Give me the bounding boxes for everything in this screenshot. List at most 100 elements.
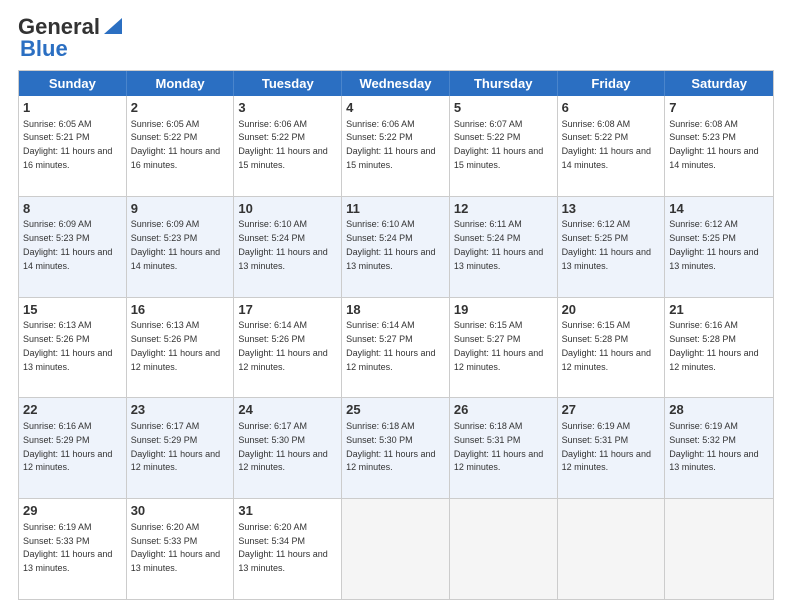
logo-arrow-icon (104, 18, 122, 38)
day-cell-31: 31Sunrise: 6:20 AMSunset: 5:34 PMDayligh… (234, 499, 342, 599)
page: General Blue SundayMondayTuesdayWednesda… (0, 0, 792, 612)
day-number: 16 (131, 301, 230, 319)
day-cell-18: 18Sunrise: 6:14 AMSunset: 5:27 PMDayligh… (342, 298, 450, 398)
logo: General Blue (18, 16, 122, 60)
empty-cell (558, 499, 666, 599)
logo-blue-text: Blue (20, 36, 68, 61)
day-number: 13 (562, 200, 661, 218)
day-info: Sunrise: 6:18 AMSunset: 5:30 PMDaylight:… (346, 421, 435, 472)
day-info: Sunrise: 6:14 AMSunset: 5:26 PMDaylight:… (238, 320, 327, 371)
day-info: Sunrise: 6:15 AMSunset: 5:27 PMDaylight:… (454, 320, 543, 371)
calendar: SundayMondayTuesdayWednesdayThursdayFrid… (18, 70, 774, 600)
day-number: 30 (131, 502, 230, 520)
logo-general-text: General (18, 16, 100, 38)
day-number: 14 (669, 200, 769, 218)
day-info: Sunrise: 6:07 AMSunset: 5:22 PMDaylight:… (454, 119, 543, 170)
day-cell-14: 14Sunrise: 6:12 AMSunset: 5:25 PMDayligh… (665, 197, 773, 297)
day-info: Sunrise: 6:08 AMSunset: 5:22 PMDaylight:… (562, 119, 651, 170)
day-info: Sunrise: 6:19 AMSunset: 5:32 PMDaylight:… (669, 421, 758, 472)
day-cell-27: 27Sunrise: 6:19 AMSunset: 5:31 PMDayligh… (558, 398, 666, 498)
day-cell-19: 19Sunrise: 6:15 AMSunset: 5:27 PMDayligh… (450, 298, 558, 398)
day-cell-12: 12Sunrise: 6:11 AMSunset: 5:24 PMDayligh… (450, 197, 558, 297)
day-cell-15: 15Sunrise: 6:13 AMSunset: 5:26 PMDayligh… (19, 298, 127, 398)
day-number: 7 (669, 99, 769, 117)
day-number: 26 (454, 401, 553, 419)
day-info: Sunrise: 6:19 AMSunset: 5:33 PMDaylight:… (23, 522, 112, 573)
day-info: Sunrise: 6:08 AMSunset: 5:23 PMDaylight:… (669, 119, 758, 170)
day-info: Sunrise: 6:16 AMSunset: 5:28 PMDaylight:… (669, 320, 758, 371)
day-number: 5 (454, 99, 553, 117)
empty-cell (665, 499, 773, 599)
empty-cell (450, 499, 558, 599)
day-cell-16: 16Sunrise: 6:13 AMSunset: 5:26 PMDayligh… (127, 298, 235, 398)
day-number: 22 (23, 401, 122, 419)
day-number: 9 (131, 200, 230, 218)
day-cell-17: 17Sunrise: 6:14 AMSunset: 5:26 PMDayligh… (234, 298, 342, 398)
day-cell-22: 22Sunrise: 6:16 AMSunset: 5:29 PMDayligh… (19, 398, 127, 498)
empty-cell (342, 499, 450, 599)
day-number: 31 (238, 502, 337, 520)
day-number: 21 (669, 301, 769, 319)
day-number: 15 (23, 301, 122, 319)
day-cell-7: 7 Sunrise: 6:08 AMSunset: 5:23 PMDaylight… (665, 96, 773, 196)
day-number: 6 (562, 99, 661, 117)
day-info: Sunrise: 6:18 AMSunset: 5:31 PMDaylight:… (454, 421, 543, 472)
day-number: 3 (238, 99, 337, 117)
week-row-2: 8Sunrise: 6:09 AMSunset: 5:23 PMDaylight… (19, 197, 773, 298)
day-info: Sunrise: 6:13 AMSunset: 5:26 PMDaylight:… (23, 320, 112, 371)
day-number: 8 (23, 200, 122, 218)
day-cell-6: 6 Sunrise: 6:08 AMSunset: 5:22 PMDaylight… (558, 96, 666, 196)
day-cell-9: 9Sunrise: 6:09 AMSunset: 5:23 PMDaylight… (127, 197, 235, 297)
week-row-4: 22Sunrise: 6:16 AMSunset: 5:29 PMDayligh… (19, 398, 773, 499)
day-number: 10 (238, 200, 337, 218)
day-info: Sunrise: 6:05 AMSunset: 5:21 PMDaylight:… (23, 119, 112, 170)
day-info: Sunrise: 6:10 AMSunset: 5:24 PMDaylight:… (238, 219, 327, 270)
day-cell-24: 24Sunrise: 6:17 AMSunset: 5:30 PMDayligh… (234, 398, 342, 498)
day-info: Sunrise: 6:06 AMSunset: 5:22 PMDaylight:… (346, 119, 435, 170)
day-cell-11: 11Sunrise: 6:10 AMSunset: 5:24 PMDayligh… (342, 197, 450, 297)
day-cell-26: 26 Sunrise: 6:18 AMSunset: 5:31 PMDayligh… (450, 398, 558, 498)
day-cell-10: 10Sunrise: 6:10 AMSunset: 5:24 PMDayligh… (234, 197, 342, 297)
day-info: Sunrise: 6:09 AMSunset: 5:23 PMDaylight:… (131, 219, 220, 270)
day-number: 17 (238, 301, 337, 319)
day-number: 18 (346, 301, 445, 319)
day-header-thursday: Thursday (450, 71, 558, 96)
day-info: Sunrise: 6:15 AMSunset: 5:28 PMDaylight:… (562, 320, 651, 371)
day-info: Sunrise: 6:19 AMSunset: 5:31 PMDaylight:… (562, 421, 651, 472)
week-row-1: 1Sunrise: 6:05 AMSunset: 5:21 PMDaylight… (19, 96, 773, 197)
day-cell-13: 13Sunrise: 6:12 AMSunset: 5:25 PMDayligh… (558, 197, 666, 297)
day-cell-8: 8Sunrise: 6:09 AMSunset: 5:23 PMDaylight… (19, 197, 127, 297)
day-cell-25: 25 Sunrise: 6:18 AMSunset: 5:30 PMDayligh… (342, 398, 450, 498)
day-cell-1: 1Sunrise: 6:05 AMSunset: 5:21 PMDaylight… (19, 96, 127, 196)
day-cell-21: 21Sunrise: 6:16 AMSunset: 5:28 PMDayligh… (665, 298, 773, 398)
day-number: 4 (346, 99, 445, 117)
day-info: Sunrise: 6:12 AMSunset: 5:25 PMDaylight:… (562, 219, 651, 270)
day-number: 11 (346, 200, 445, 218)
calendar-body: 1Sunrise: 6:05 AMSunset: 5:21 PMDaylight… (19, 96, 773, 599)
day-number: 20 (562, 301, 661, 319)
week-row-3: 15Sunrise: 6:13 AMSunset: 5:26 PMDayligh… (19, 298, 773, 399)
day-info: Sunrise: 6:11 AMSunset: 5:24 PMDaylight:… (454, 219, 543, 270)
day-number: 23 (131, 401, 230, 419)
day-cell-4: 4 Sunrise: 6:06 AMSunset: 5:22 PMDaylight… (342, 96, 450, 196)
day-cell-29: 29Sunrise: 6:19 AMSunset: 5:33 PMDayligh… (19, 499, 127, 599)
day-info: Sunrise: 6:05 AMSunset: 5:22 PMDaylight:… (131, 119, 220, 170)
day-header-sunday: Sunday (19, 71, 127, 96)
day-header-saturday: Saturday (665, 71, 773, 96)
calendar-header: SundayMondayTuesdayWednesdayThursdayFrid… (19, 71, 773, 96)
day-cell-28: 28Sunrise: 6:19 AMSunset: 5:32 PMDayligh… (665, 398, 773, 498)
day-info: Sunrise: 6:20 AMSunset: 5:33 PMDaylight:… (131, 522, 220, 573)
header: General Blue (18, 16, 774, 60)
day-number: 25 (346, 401, 445, 419)
day-header-monday: Monday (127, 71, 235, 96)
day-info: Sunrise: 6:17 AMSunset: 5:29 PMDaylight:… (131, 421, 220, 472)
day-cell-20: 20Sunrise: 6:15 AMSunset: 5:28 PMDayligh… (558, 298, 666, 398)
day-info: Sunrise: 6:09 AMSunset: 5:23 PMDaylight:… (23, 219, 112, 270)
day-cell-23: 23 Sunrise: 6:17 AMSunset: 5:29 PMDayligh… (127, 398, 235, 498)
day-info: Sunrise: 6:10 AMSunset: 5:24 PMDaylight:… (346, 219, 435, 270)
day-info: Sunrise: 6:14 AMSunset: 5:27 PMDaylight:… (346, 320, 435, 371)
day-number: 24 (238, 401, 337, 419)
day-number: 2 (131, 99, 230, 117)
day-number: 12 (454, 200, 553, 218)
day-header-tuesday: Tuesday (234, 71, 342, 96)
